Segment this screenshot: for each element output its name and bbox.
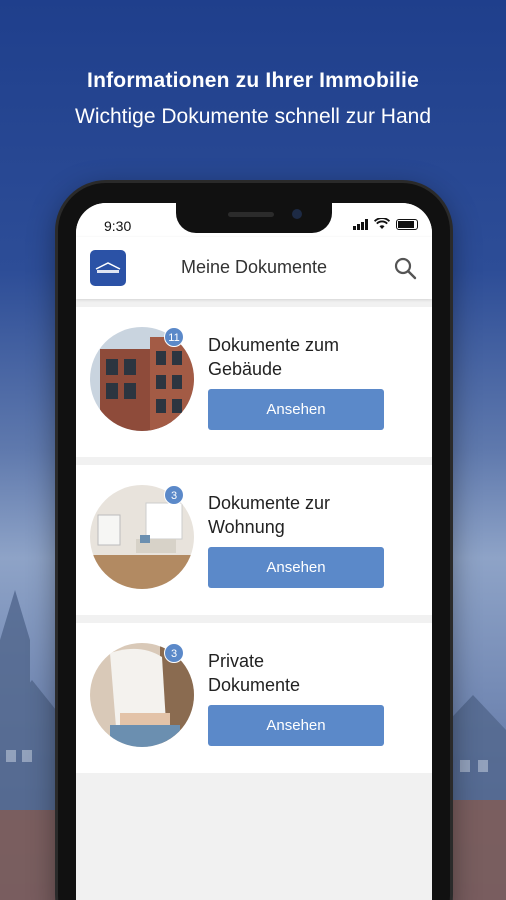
battery-icon — [396, 218, 418, 230]
card-private-documents: 3 Private Dokumente Ansehen — [76, 623, 432, 773]
card-title: Private Dokumente — [208, 651, 301, 695]
card-title: Dokumente zur Wohnung — [208, 493, 331, 537]
camera-icon — [292, 209, 302, 219]
view-apartment-documents-button[interactable]: Ansehen — [208, 547, 384, 588]
view-building-documents-button[interactable]: Ansehen — [208, 389, 384, 430]
document-count-badge: 3 — [164, 485, 184, 505]
wifi-icon — [374, 218, 390, 229]
app-bar-title: Meine Dokumente — [180, 257, 328, 277]
search-icon[interactable] — [392, 255, 418, 281]
status-time: 9:30 — [104, 218, 132, 234]
card-building-documents: 11 Dokumente zum Gebäude Ansehen — [76, 307, 432, 457]
phone-screen: 9:30 Meine Dokumente 11 Dokumente zum Ge… — [76, 203, 432, 900]
headline: Informationen zu Ihrer Immobilie Wichtig… — [0, 66, 506, 134]
document-count-badge: 11 — [164, 327, 184, 347]
phone-frame: 9:30 Meine Dokumente 11 Dokumente zum Ge… — [58, 183, 450, 900]
signal-icon — [353, 218, 368, 230]
headline-title: Informationen zu Ihrer Immobilie — [87, 69, 419, 92]
headline-subtitle: Wichtige Dokumente schnell zur Hand — [75, 105, 431, 128]
app-bar: Meine Dokumente — [76, 237, 432, 299]
speaker-grill — [228, 212, 274, 217]
view-private-documents-button[interactable]: Ansehen — [208, 705, 384, 746]
phone-notch — [176, 203, 332, 233]
card-title: Dokumente zum Gebäude — [208, 335, 340, 379]
status-icons — [353, 218, 418, 230]
document-count-badge: 3 — [164, 643, 184, 663]
document-category-list: 11 Dokumente zum Gebäude Ansehen 3 Dokum… — [76, 307, 432, 781]
card-apartment-documents: 3 Dokumente zur Wohnung Ansehen — [76, 465, 432, 615]
